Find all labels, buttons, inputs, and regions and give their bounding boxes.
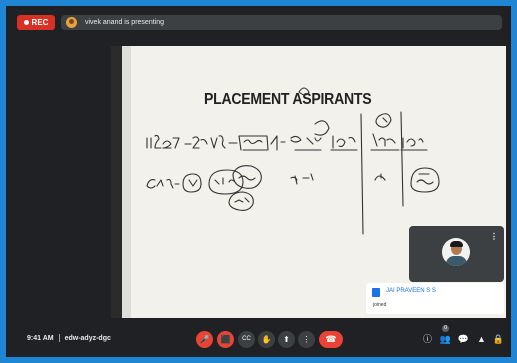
divider bbox=[58, 334, 60, 342]
raise-hand-button[interactable]: ✋ bbox=[258, 331, 275, 348]
meeting-details-button[interactable]: ⓘ bbox=[421, 332, 434, 346]
tile-more-icon[interactable]: ⋮ bbox=[490, 232, 498, 241]
hand-icon: ✋ bbox=[261, 335, 272, 344]
participant-shirt bbox=[446, 256, 467, 266]
participant-hair bbox=[450, 241, 463, 247]
captions-icon: CC bbox=[242, 336, 251, 342]
people-button[interactable]: 👥 bbox=[439, 332, 452, 346]
toast-message: joined bbox=[373, 302, 387, 308]
join-notification[interactable]: JAI PRAVEEN S S joined bbox=[366, 283, 504, 314]
meeting-time: 9:41 AM bbox=[27, 334, 54, 342]
top-bar: REC vivek anand is presenting bbox=[6, 6, 511, 36]
toast-participant-name: JAI PRAVEEN S S bbox=[386, 288, 436, 294]
meeting-info: 9:41 AM edw-adyz-dgc bbox=[27, 334, 111, 342]
mic-off-icon: 🎤 bbox=[199, 335, 210, 344]
present-icon: ⬆ bbox=[283, 335, 290, 344]
presenting-banner[interactable]: vivek anand is presenting bbox=[61, 15, 502, 30]
mic-button[interactable]: 🎤 bbox=[196, 331, 213, 348]
activities-button[interactable]: ▲ bbox=[475, 332, 488, 346]
lock-icon: 🔒 bbox=[492, 334, 505, 344]
camera-button[interactable]: ⬛ bbox=[217, 331, 234, 348]
present-button[interactable]: ⬆ bbox=[278, 331, 295, 348]
people-icon: 👥 bbox=[439, 334, 452, 344]
recording-badge[interactable]: REC bbox=[17, 15, 55, 30]
meeting-code: edw-adyz-dgc bbox=[64, 334, 111, 342]
participant-join-icon bbox=[372, 288, 380, 297]
presenter-avatar bbox=[66, 17, 77, 28]
chat-button[interactable]: 💬 bbox=[457, 332, 470, 346]
end-call-button[interactable]: ☎ bbox=[319, 331, 343, 348]
meet-window: REC vivek anand is presenting PLACEMENT … bbox=[6, 6, 511, 357]
self-view-tile[interactable]: ⋮ bbox=[409, 226, 504, 282]
chat-icon: 💬 bbox=[457, 334, 470, 344]
info-icon: ⓘ bbox=[422, 334, 432, 344]
recording-label: REC bbox=[31, 18, 49, 27]
participant-video bbox=[442, 238, 470, 266]
more-options-icon: ⋮ bbox=[302, 335, 311, 344]
record-dot-icon bbox=[23, 20, 29, 26]
people-count-badge: 0 bbox=[442, 325, 449, 332]
bottom-bar: 9:41 AM edw-adyz-dgc 🎤 ⬛ CC ✋ ⬆ ⋮ ☎ ⓘ 👥 0… bbox=[6, 324, 511, 357]
activities-icon: ▲ bbox=[477, 334, 486, 344]
end-call-icon: ☎ bbox=[325, 334, 337, 344]
more-options-button[interactable]: ⋮ bbox=[298, 331, 315, 348]
presenting-text: vivek anand is presenting bbox=[85, 19, 164, 26]
camera-off-icon: ⬛ bbox=[220, 335, 231, 344]
host-controls-button[interactable]: 🔒 bbox=[492, 332, 505, 346]
captions-button[interactable]: CC bbox=[238, 331, 255, 348]
